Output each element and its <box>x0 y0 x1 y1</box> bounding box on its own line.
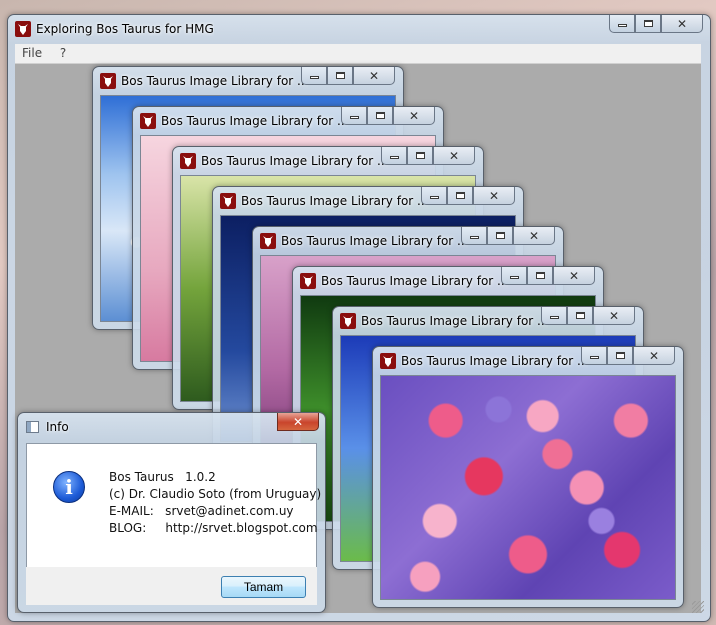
bull-head-icon <box>300 273 316 289</box>
bull-head-icon <box>260 233 276 249</box>
child-window-title: Bos Taurus Image Library for ... <box>361 314 549 328</box>
dialog-title: Info <box>46 420 69 434</box>
image-view <box>380 375 676 600</box>
menu-file[interactable]: File <box>15 44 49 62</box>
close-button[interactable]: ✕ <box>633 347 675 365</box>
close-button[interactable]: ✕ <box>473 187 515 205</box>
main-window-controls: ✕ <box>609 15 703 33</box>
child-window-title: Bos Taurus Image Library for ... <box>321 274 509 288</box>
dialog-window-icon <box>26 421 39 433</box>
close-button[interactable]: ✕ <box>393 107 435 125</box>
maximize-button[interactable] <box>447 187 473 205</box>
minimize-button[interactable] <box>301 67 327 85</box>
bull-head-icon <box>180 153 196 169</box>
info-version: Bos Taurus 1.0.2 <box>109 470 216 484</box>
maximize-button[interactable] <box>635 15 661 33</box>
close-button[interactable]: ✕ <box>553 267 595 285</box>
ok-button[interactable]: Tamam <box>221 576 306 598</box>
bull-head-icon <box>220 193 236 209</box>
minimize-button[interactable] <box>501 267 527 285</box>
bull-head-icon <box>340 313 356 329</box>
maximize-button[interactable] <box>407 147 433 165</box>
close-button[interactable]: ✕ <box>353 67 395 85</box>
bull-head-icon <box>15 21 31 37</box>
maximize-button[interactable] <box>487 227 513 245</box>
info-icon: i <box>53 471 85 503</box>
child-window-title: Bos Taurus Image Library for ... <box>401 354 589 368</box>
info-author: (c) Dr. Claudio Soto (from Uruguay) <box>109 487 322 501</box>
info-blog: BLOG: http://srvet.blogspot.com <box>109 521 318 535</box>
maximize-button[interactable] <box>607 347 633 365</box>
minimize-button[interactable] <box>581 347 607 365</box>
minimize-button[interactable] <box>609 15 635 33</box>
child-window-title: Bos Taurus Image Library for ... <box>241 194 429 208</box>
close-button[interactable]: ✕ <box>593 307 635 325</box>
child-window-title: Bos Taurus Image Library for ... <box>201 154 389 168</box>
child-window-title: Bos Taurus Image Library for ... <box>121 74 309 88</box>
minimize-button[interactable] <box>341 107 367 125</box>
maximize-button[interactable] <box>327 67 353 85</box>
info-dialog: Info ✕ i Bos Taurus 1.0.2 (c) Dr. Claudi… <box>17 412 326 613</box>
bull-head-icon <box>100 73 116 89</box>
menu-help[interactable]: ? <box>53 44 73 62</box>
maximize-button[interactable] <box>527 267 553 285</box>
bull-head-icon <box>140 113 156 129</box>
close-button[interactable]: ✕ <box>433 147 475 165</box>
close-button[interactable]: ✕ <box>661 15 703 33</box>
minimize-button[interactable] <box>421 187 447 205</box>
info-email: E-MAIL: srvet@adinet.com.uy <box>109 504 294 518</box>
child-window-title: Bos Taurus Image Library for ... <box>161 114 349 128</box>
maximize-button[interactable] <box>367 107 393 125</box>
main-window-title: Exploring Bos Taurus for HMG <box>36 22 214 36</box>
bull-head-icon <box>380 353 396 369</box>
maximize-button[interactable] <box>567 307 593 325</box>
close-button[interactable]: ✕ <box>513 227 555 245</box>
menu-bar: File ? <box>15 44 701 64</box>
minimize-button[interactable] <box>381 147 407 165</box>
dialog-button-bar: Tamam <box>26 567 317 605</box>
close-button[interactable]: ✕ <box>277 413 319 431</box>
child-window-title: Bos Taurus Image Library for ... <box>281 234 469 248</box>
minimize-button[interactable] <box>461 227 487 245</box>
child-window-active[interactable]: Bos Taurus Image Library for ... ✕ <box>372 346 684 608</box>
dialog-message-area: i Bos Taurus 1.0.2 (c) Dr. Claudio Soto … <box>26 443 321 568</box>
resize-grip[interactable] <box>692 601 704 613</box>
minimize-button[interactable] <box>541 307 567 325</box>
